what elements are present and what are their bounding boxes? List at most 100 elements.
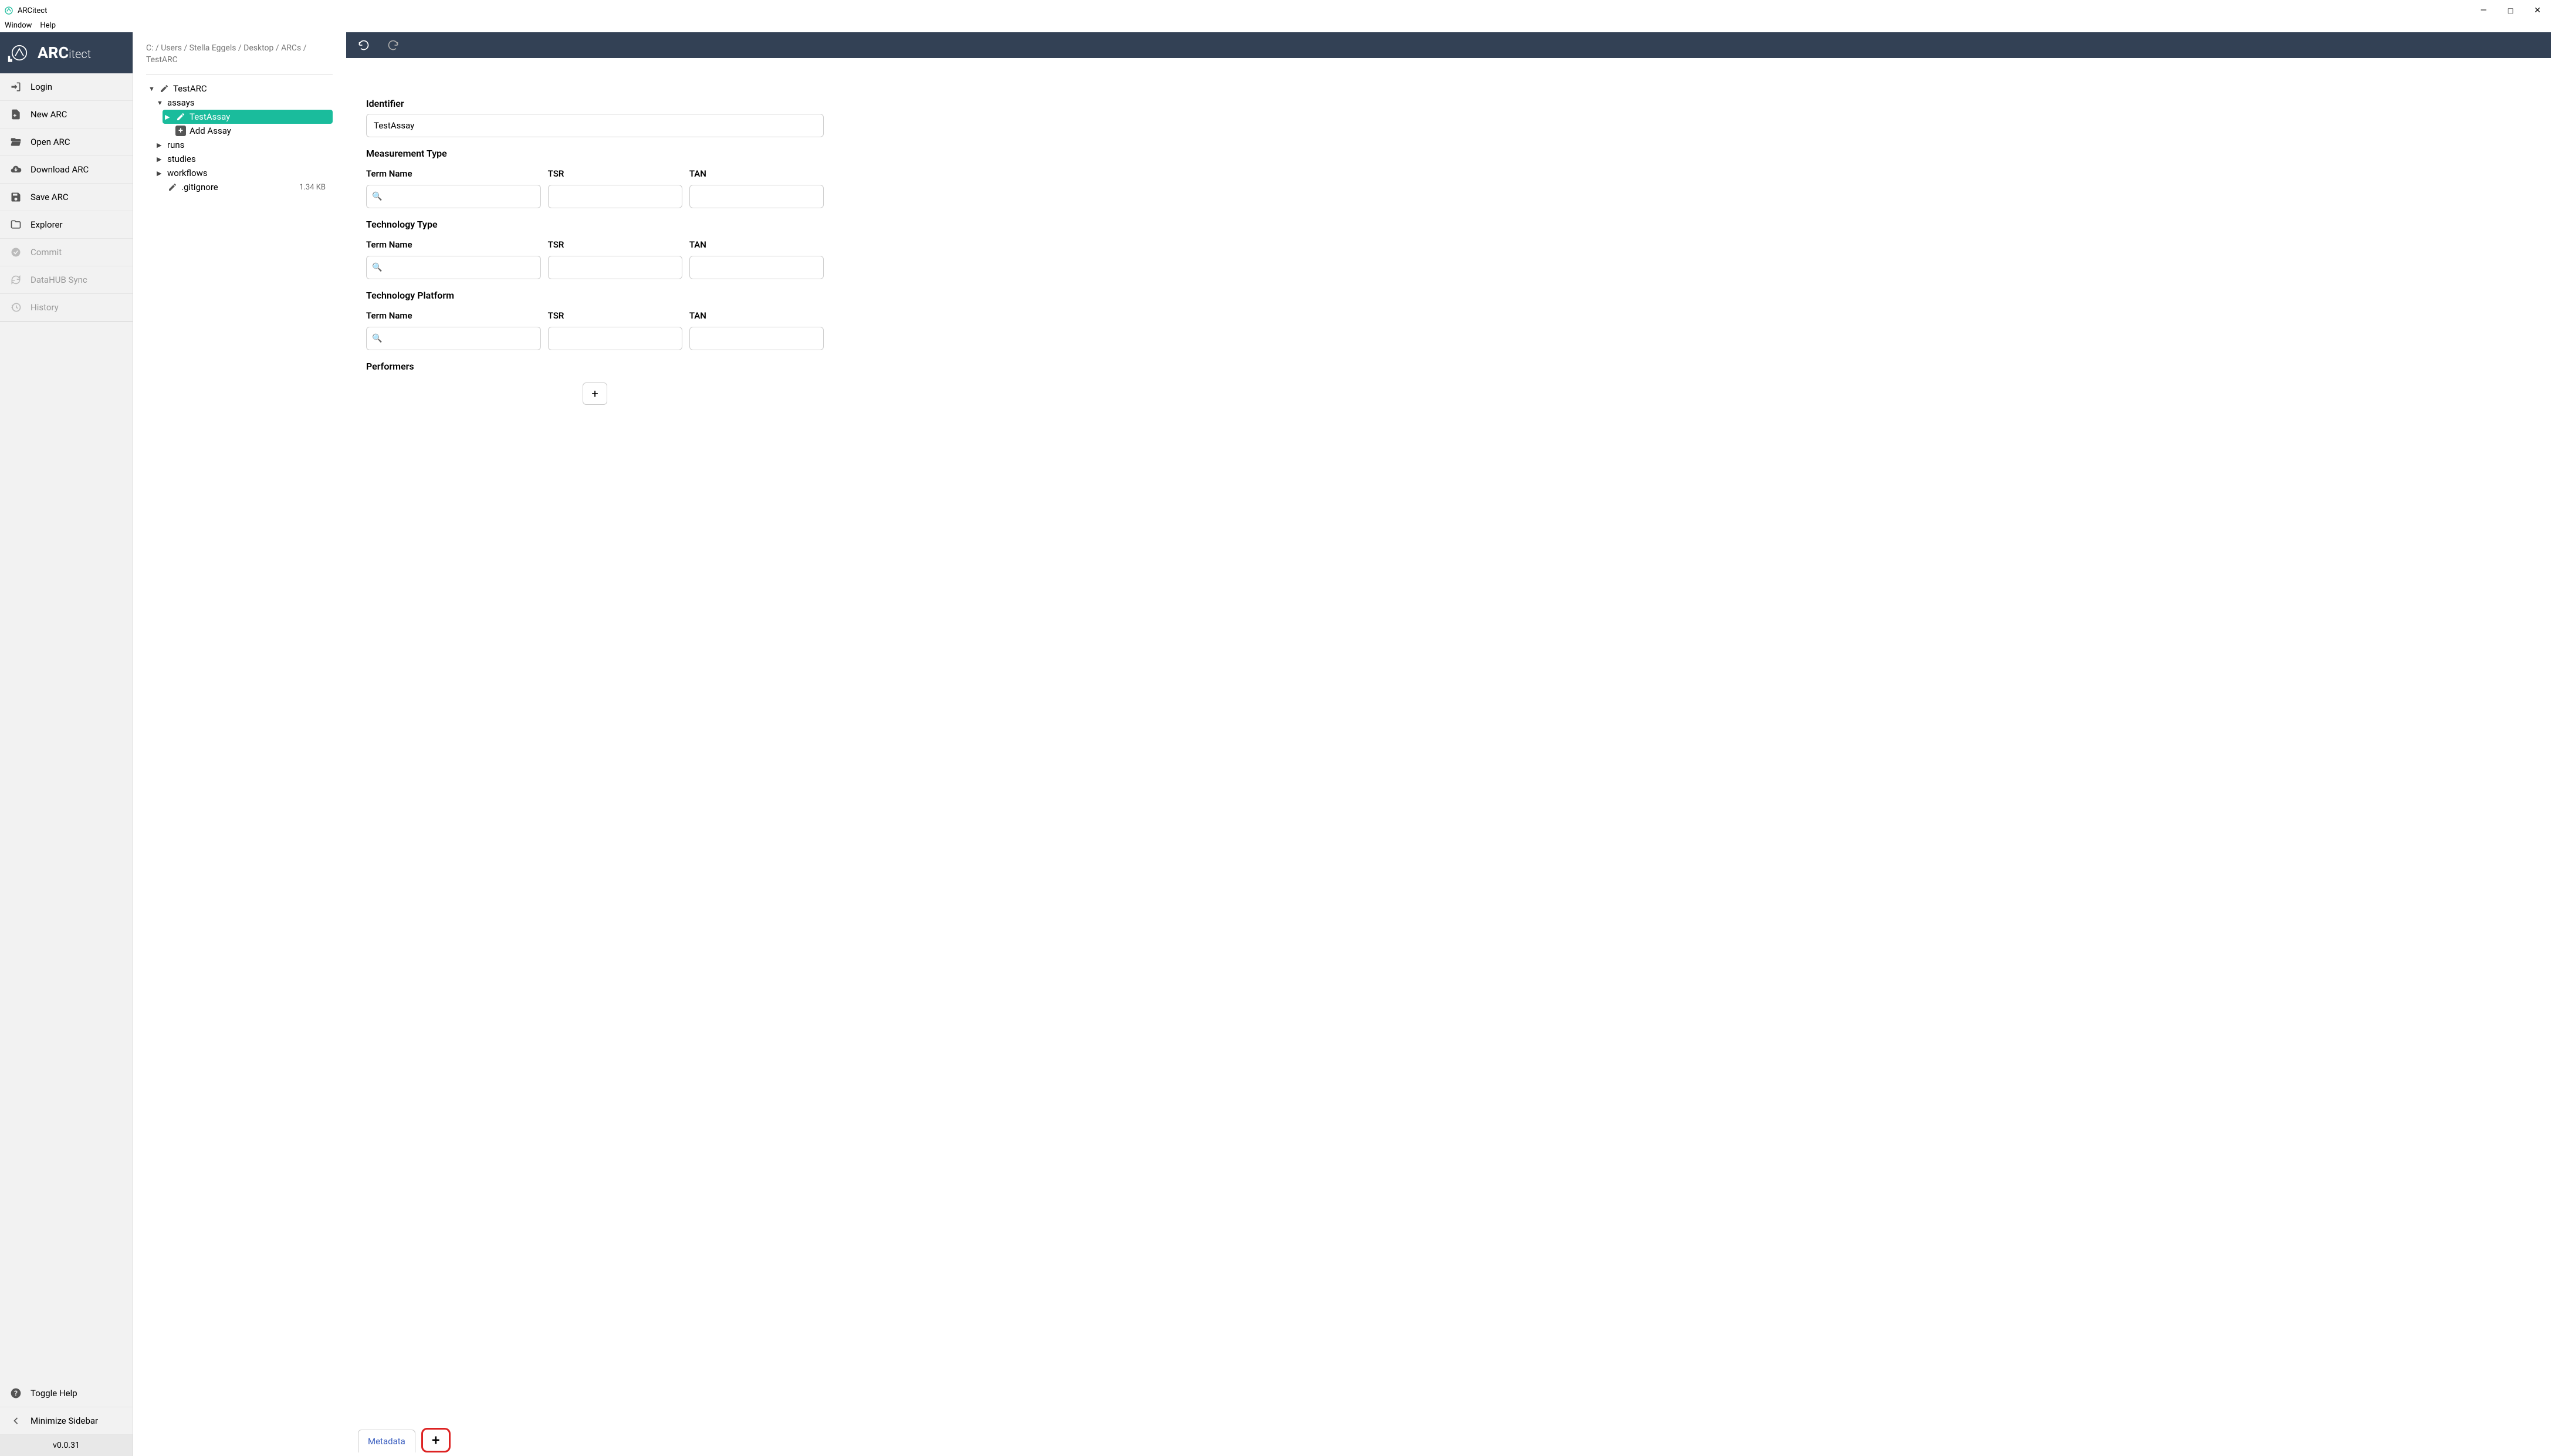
tree-node-assays[interactable]: ▼assays [154,96,333,110]
search-icon: 🔍 [372,263,382,272]
sidebar-item-datahub-sync: DataHUB Sync [0,266,133,294]
content-panel: Identifier Measurement Type Term Name 🔍 … [346,32,2551,1456]
termname-input-1[interactable] [366,256,541,279]
sidebar-item-minimize-sidebar[interactable]: Minimize Sidebar [0,1407,133,1435]
identifier-label: Identifier [366,98,824,109]
bottom-tabs: Metadata + [346,1428,2551,1456]
tan-input-2[interactable] [689,327,824,350]
app-title: ARCitect [18,6,47,15]
tree-node-label: assays [167,97,195,108]
sidebar-item-open-arc[interactable]: Open ARC [0,128,133,156]
tree-node-TestAssay[interactable]: ▶TestAssay [163,110,333,124]
col-tan-2: TAN [689,310,824,321]
col-termname-1: Term Name [366,239,541,250]
check-badge-icon [9,246,22,259]
folder-open-icon [9,136,22,148]
maximize-window-button[interactable]: □ [2497,2,2524,19]
save-icon [9,191,22,204]
tan-input-1[interactable] [689,256,824,279]
tan-input-0[interactable] [689,185,824,208]
tree-node-label: .gitignore [181,182,218,192]
termname-input-0[interactable] [366,185,541,208]
close-window-button[interactable]: ✕ [2524,2,2551,19]
tree-panel: C: / Users / Stella Eggels / Desktop / A… [133,32,346,1456]
section-title-1: Technology Type [366,219,824,230]
tree-node-label: Add Assay [190,126,231,136]
menubar: Window Help [0,19,2551,32]
termname-input-2[interactable] [366,327,541,350]
tsr-input-1[interactable] [548,256,682,279]
sidebar-item-label: Open ARC [31,137,70,147]
col-tsr-1: TSR [548,239,682,250]
tree-node-label: studies [167,154,196,164]
sidebar-item-download-arc[interactable]: Download ARC [0,156,133,184]
cloud-download-icon [9,163,22,176]
file-plus-icon [9,108,22,121]
tree-node--gitignore[interactable]: .gitignore 1.34 KB [154,180,333,194]
col-tsr-2: TSR [548,310,682,321]
tab-metadata[interactable]: Metadata [358,1430,415,1452]
tree-node-add-assay[interactable]: + Add Assay [163,124,333,138]
minimize-window-button[interactable]: — [2470,2,2497,19]
sidebar-item-save-arc[interactable]: Save ARC [0,184,133,211]
tsr-input-0[interactable] [548,185,682,208]
breadcrumb-divider [146,74,333,75]
sidebar-item-explorer[interactable]: Explorer [0,211,133,239]
tree-node-label: runs [167,140,184,150]
sidebar-item-label: New ARC [31,109,67,120]
sidebar: ARCitect Login New ARC Open ARC Download AR… [0,32,133,1456]
tree-node-label: TestARC [173,83,207,94]
tree-node-size: 1.34 KB [299,183,330,192]
brand-big: ARC [38,43,69,62]
sidebar-item-label: Toggle Help [31,1388,77,1399]
sidebar-item-label: Explorer [31,219,63,230]
help-icon: ? [9,1387,22,1400]
folder-icon [9,218,22,231]
tree-node-root[interactable]: ▼TestARC [146,82,333,96]
sync-icon [9,273,22,286]
sidebar-item-toggle-help[interactable]: ? Toggle Help [0,1380,133,1407]
sidebar-item-label: History [31,302,59,313]
sidebar-item-label: Login [31,82,52,92]
performers-label: Performers [366,361,824,372]
brand-small: itect [69,47,91,61]
edit-icon [167,182,178,192]
menu-window[interactable]: Window [5,21,32,30]
app-logo-small [4,5,14,16]
search-icon: 🔍 [372,192,382,201]
add-tab-button[interactable]: + [421,1428,451,1452]
identifier-input[interactable] [366,114,824,137]
breadcrumb: C: / Users / Stella Eggels / Desktop / A… [146,43,333,66]
tree-node-label: TestAssay [190,111,230,122]
tsr-input-2[interactable] [548,327,682,350]
tree-node-workflows[interactable]: ▶workflows [154,166,333,180]
undo-button[interactable] [358,39,370,51]
col-termname-2: Term Name [366,310,541,321]
app-logo-icon [7,40,32,65]
redo-button[interactable] [387,39,399,51]
svg-text:?: ? [14,1389,18,1397]
sidebar-item-history: History [0,294,133,321]
sidebar-item-new-arc[interactable]: New ARC [0,101,133,128]
tree-node-label: workflows [167,168,208,178]
add-performer-button[interactable]: + [583,382,607,405]
menu-help[interactable]: Help [40,21,56,30]
sidebar-item-commit: Commit [0,239,133,266]
section-title-0: Measurement Type [366,148,824,159]
form-scroll[interactable]: Identifier Measurement Type Term Name 🔍 … [346,58,2551,1428]
tree-node-studies[interactable]: ▶studies [154,152,333,166]
col-tan-0: TAN [689,168,824,179]
sidebar-item-label: DataHUB Sync [31,275,87,285]
sidebar-item-login[interactable]: Login [0,73,133,101]
col-termname-0: Term Name [366,168,541,179]
content-toolbar [346,32,2551,58]
version-label: v0.0.31 [0,1435,133,1456]
tree-node-runs[interactable]: ▶runs [154,138,333,152]
plus-icon: + [175,126,186,136]
col-tan-1: TAN [689,239,824,250]
titlebar: ARCitect — □ ✕ [0,0,2551,19]
sidebar-item-label: Minimize Sidebar [31,1416,98,1426]
edit-icon [159,83,170,94]
sidebar-item-label: Download ARC [31,164,89,175]
window-controls: — □ ✕ [2470,2,2551,19]
